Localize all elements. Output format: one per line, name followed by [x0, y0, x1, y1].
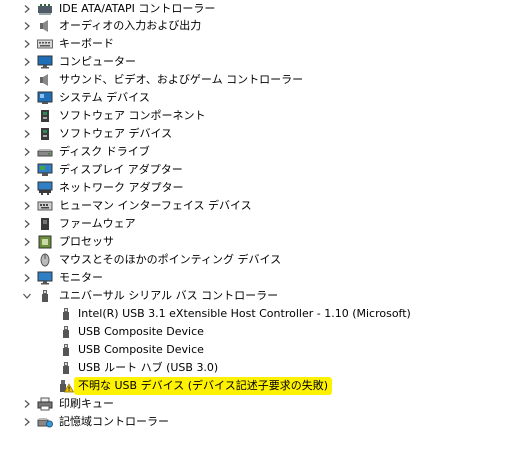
tree-node-mice-pointing-devices[interactable]: マウスとそのほかのポインティング デバイス [0, 251, 522, 269]
tree-node-label: モニター [59, 271, 103, 284]
storage-controller-icon [37, 415, 53, 429]
hid-icon [37, 199, 53, 213]
chevron-right-icon[interactable] [21, 143, 33, 161]
chevron-right-icon[interactable] [21, 125, 33, 143]
usb-icon [37, 289, 53, 303]
chevron-right-icon[interactable] [21, 53, 33, 71]
tree-node-ide-ata-atapi-controllers[interactable]: IDE ATA/ATAPI コントローラー [0, 0, 522, 18]
tree-node-sound-video-game-controllers[interactable]: サウンド、ビデオ、およびゲーム コントローラー [0, 71, 522, 89]
tree-node-label: USB Composite Device [78, 343, 204, 356]
chevron-right-icon[interactable] [21, 0, 33, 18]
tree-node-label: ソフトウェア コンポーネント [59, 109, 206, 122]
tree-node-label: 記憶域コントローラー [59, 415, 169, 428]
tree-node-disk-drives[interactable]: ディスク ドライブ [0, 143, 522, 161]
tree-node-label: システム デバイス [59, 91, 150, 104]
processor-icon [37, 235, 53, 249]
tree-node-software-components[interactable]: ソフトウェア コンポーネント [0, 107, 522, 125]
tree-node-label: サウンド、ビデオ、およびゲーム コントローラー [59, 73, 304, 86]
tree-node-processors[interactable]: プロセッサ [0, 233, 522, 251]
tree-node-print-queues[interactable]: 印刷キュー [0, 395, 522, 413]
chevron-right-icon[interactable] [21, 89, 33, 107]
chevron-right-icon[interactable] [21, 71, 33, 89]
chevron-right-icon[interactable] [21, 179, 33, 197]
chevron-right-icon[interactable] [21, 251, 33, 269]
chevron-right-icon[interactable] [21, 233, 33, 251]
tree-node-computer[interactable]: コンピューター [0, 53, 522, 71]
disk-drive-icon [37, 145, 53, 159]
display-adapter-icon [37, 163, 53, 177]
tree-node-human-interface-devices[interactable]: ヒューマン インターフェイス デバイス [0, 197, 522, 215]
chevron-right-icon[interactable] [21, 395, 33, 413]
tree-node-network-adapters[interactable]: ネットワーク アダプター [0, 179, 522, 197]
tree-node-label: プロセッサ [59, 235, 114, 248]
tree-node-label: ヒューマン インターフェイス デバイス [59, 199, 252, 212]
tree-node-monitors[interactable]: モニター [0, 269, 522, 287]
tree-node-label: USB ルート ハブ (USB 3.0) [78, 361, 219, 374]
tree-node-storage-controllers[interactable]: 記憶域コントローラー [0, 413, 522, 431]
ide-controller-icon [37, 2, 53, 16]
tree-node-label: キーボード [59, 37, 114, 50]
device-manager-tree: IDE ATA/ATAPI コントローラー オーディオの入力および出力 キーボー… [0, 0, 522, 460]
computer-icon [37, 55, 53, 69]
tree-node-label: ネットワーク アダプター [59, 181, 184, 194]
tree-node-audio-inputs-outputs[interactable]: オーディオの入力および出力 [0, 17, 522, 35]
tree-node-firmware[interactable]: ファームウェア [0, 215, 522, 233]
chevron-right-icon[interactable] [21, 35, 33, 53]
chevron-right-icon[interactable] [21, 17, 33, 35]
chevron-right-icon[interactable] [21, 161, 33, 179]
printer-icon [37, 397, 53, 411]
tree-node-label: ファームウェア [59, 217, 136, 230]
system-devices-icon [37, 91, 53, 105]
tree-node-label: ディスプレイ アダプター [59, 163, 183, 176]
speaker-icon [37, 73, 53, 87]
usb-warning-icon [58, 379, 74, 393]
network-adapter-icon [37, 181, 53, 195]
software-component-icon [37, 109, 53, 123]
chevron-right-icon[interactable] [21, 215, 33, 233]
tree-node-software-devices[interactable]: ソフトウェア デバイス [0, 125, 522, 143]
chevron-right-icon[interactable] [21, 107, 33, 125]
speaker-icon [37, 19, 53, 33]
tree-node-intel-usb-host-controller[interactable]: Intel(R) USB 3.1 eXtensible Host Control… [0, 305, 522, 323]
tree-node-usb-composite-device[interactable]: USB Composite Device [0, 323, 522, 341]
keyboard-icon [37, 37, 53, 51]
usb-icon [58, 361, 74, 375]
chevron-down-icon[interactable] [21, 287, 33, 305]
tree-node-unknown-usb-device[interactable]: 不明な USB デバイス (デバイス記述子要求の失敗) [0, 377, 522, 395]
usb-icon [58, 325, 74, 339]
usb-icon [58, 343, 74, 357]
mouse-icon [37, 253, 53, 267]
chevron-right-icon[interactable] [21, 269, 33, 287]
tree-node-label: 印刷キュー [59, 397, 114, 410]
tree-node-usb-composite-device[interactable]: USB Composite Device [0, 341, 522, 359]
tree-node-label: USB Composite Device [78, 325, 204, 338]
tree-node-label: Intel(R) USB 3.1 eXtensible Host Control… [78, 307, 411, 320]
firmware-icon [37, 217, 53, 231]
tree-node-usb-controllers[interactable]: ユニバーサル シリアル バス コントローラー [0, 287, 522, 305]
chevron-right-icon[interactable] [21, 197, 33, 215]
tree-node-usb-root-hub[interactable]: USB ルート ハブ (USB 3.0) [0, 359, 522, 377]
tree-node-label: マウスとそのほかのポインティング デバイス [59, 253, 282, 266]
tree-node-label: オーディオの入力および出力 [59, 19, 202, 32]
tree-node-system-devices[interactable]: システム デバイス [0, 89, 522, 107]
tree-node-display-adapters[interactable]: ディスプレイ アダプター [0, 161, 522, 179]
tree-node-label: IDE ATA/ATAPI コントローラー [59, 2, 216, 15]
chevron-right-icon[interactable] [21, 413, 33, 431]
tree-node-keyboards[interactable]: キーボード [0, 35, 522, 53]
tree-node-label: ユニバーサル シリアル バス コントローラー [59, 289, 279, 302]
tree-node-label: 不明な USB デバイス (デバイス記述子要求の失敗) [74, 377, 332, 395]
tree-node-label: コンピューター [59, 55, 136, 68]
software-device-icon [37, 127, 53, 141]
tree-node-label: ディスク ドライブ [59, 145, 150, 158]
tree-node-label: ソフトウェア デバイス [59, 127, 173, 140]
usb-icon [58, 307, 74, 321]
monitor-icon [37, 271, 53, 285]
